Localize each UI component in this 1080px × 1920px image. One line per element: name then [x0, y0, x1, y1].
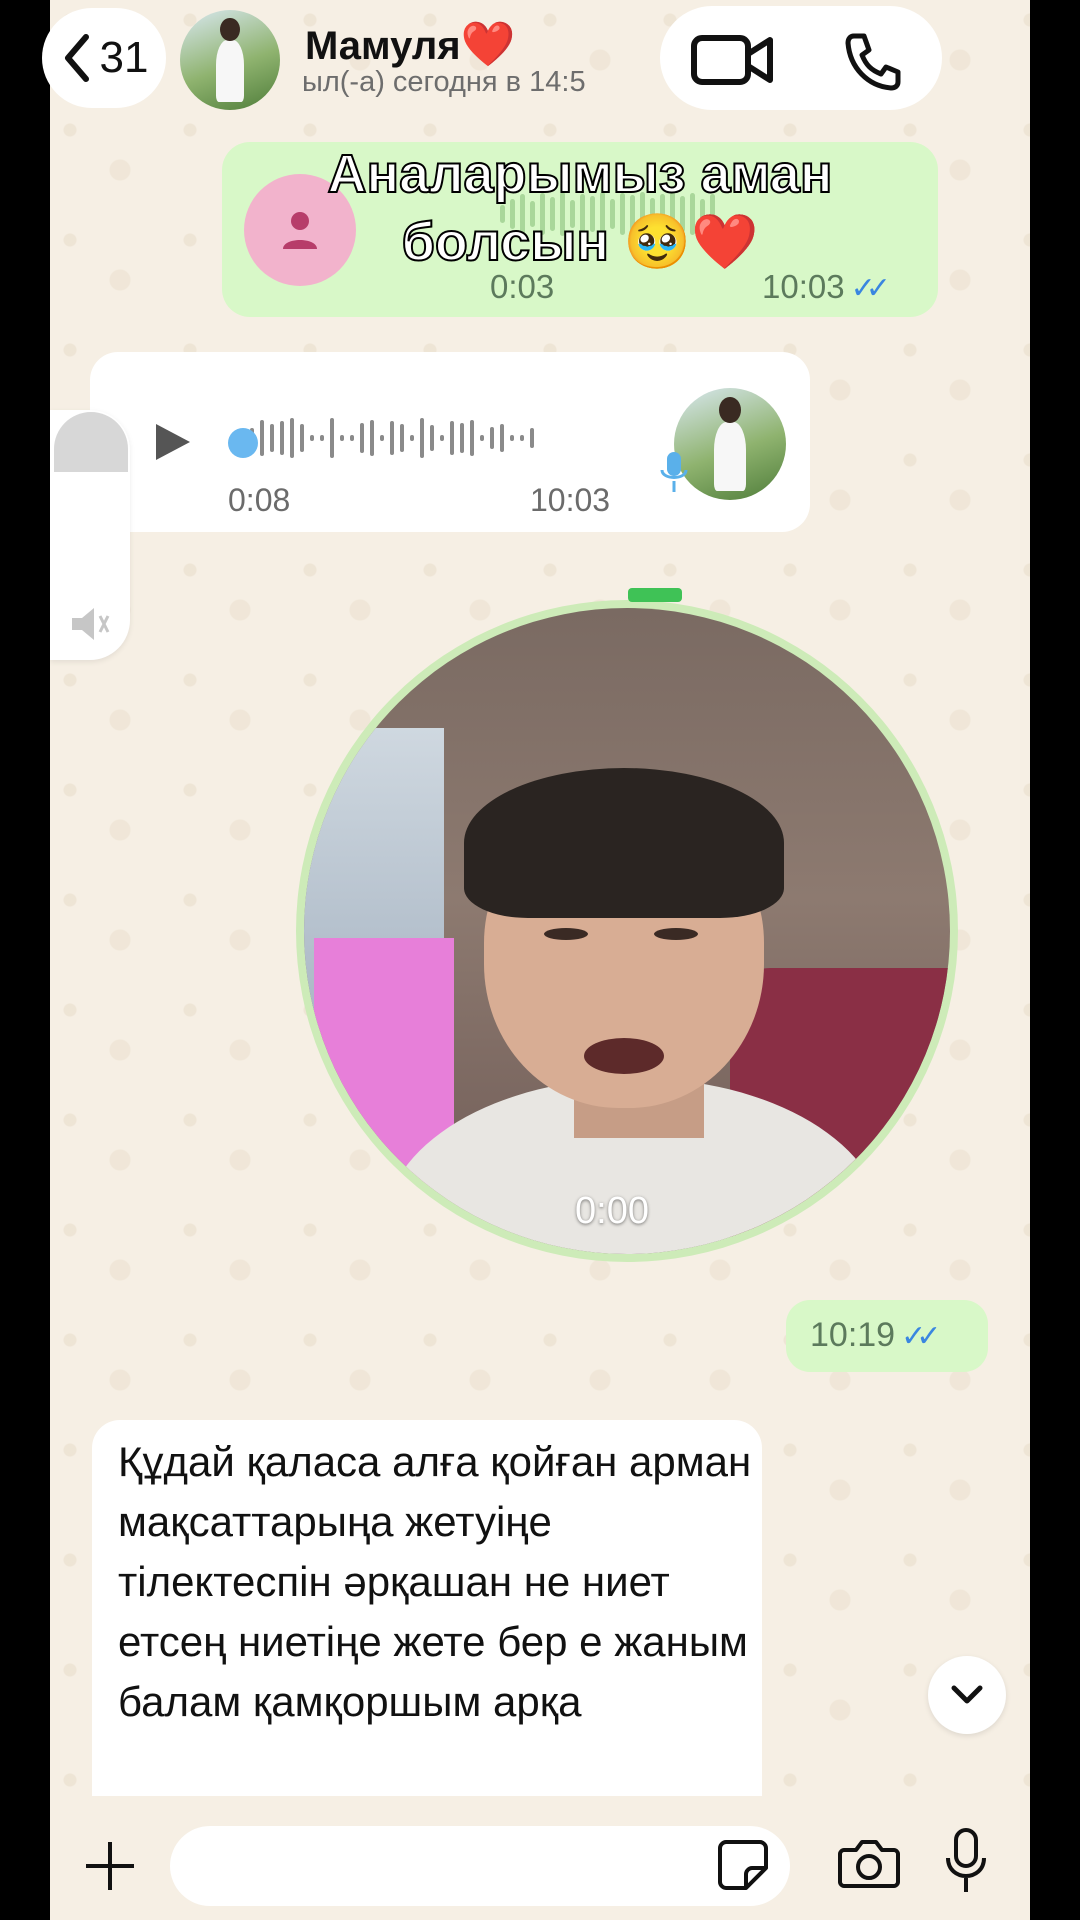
- chevron-left-icon: [64, 34, 89, 82]
- back-button[interactable]: 31: [42, 8, 166, 108]
- heart-emoji: ❤️: [460, 20, 516, 69]
- video-progress-indicator: [628, 588, 682, 602]
- video-note[interactable]: [304, 608, 950, 1254]
- camera-icon[interactable]: [838, 1836, 900, 1890]
- voice-duration: 0:08: [228, 482, 291, 518]
- message-time: 10:03: [530, 482, 611, 518]
- contact-status: ыл(-а) сегодня в 14:5: [302, 66, 586, 98]
- video-duration: 0:00: [575, 1190, 649, 1232]
- message-time: 10:19 ✓✓: [810, 1316, 941, 1354]
- voice-waveform[interactable]: [230, 418, 630, 468]
- unread-count: 31: [99, 33, 149, 82]
- attach-plus-icon[interactable]: [82, 1838, 138, 1894]
- video-call-icon[interactable]: [690, 30, 776, 90]
- scroll-to-bottom-button[interactable]: [928, 1656, 1006, 1734]
- play-icon[interactable]: [150, 420, 194, 464]
- chevron-down-icon: [951, 1685, 983, 1704]
- voice-seek-handle[interactable]: [228, 428, 258, 458]
- message-text: Құдай қаласа алға қойған арман мақсаттар…: [118, 1438, 752, 1725]
- microphone-icon[interactable]: [944, 1828, 988, 1894]
- sticker-icon[interactable]: [716, 1838, 770, 1892]
- contact-avatar[interactable]: [180, 10, 280, 110]
- contact-name[interactable]: Мамуля❤️: [305, 18, 515, 70]
- read-ticks-icon: ✓✓: [850, 272, 891, 305]
- phone-call-icon[interactable]: [840, 30, 904, 94]
- speaker-icon[interactable]: [68, 604, 116, 644]
- call-actions: [660, 6, 942, 110]
- mic-badge-icon: [660, 452, 688, 492]
- video-overlay-caption: Аналарымыз аман болсын 🥹❤️: [327, 143, 834, 273]
- contact-avatar-small: [674, 388, 786, 500]
- read-ticks-icon: ✓✓: [901, 1320, 941, 1353]
- message-input[interactable]: [170, 1826, 790, 1906]
